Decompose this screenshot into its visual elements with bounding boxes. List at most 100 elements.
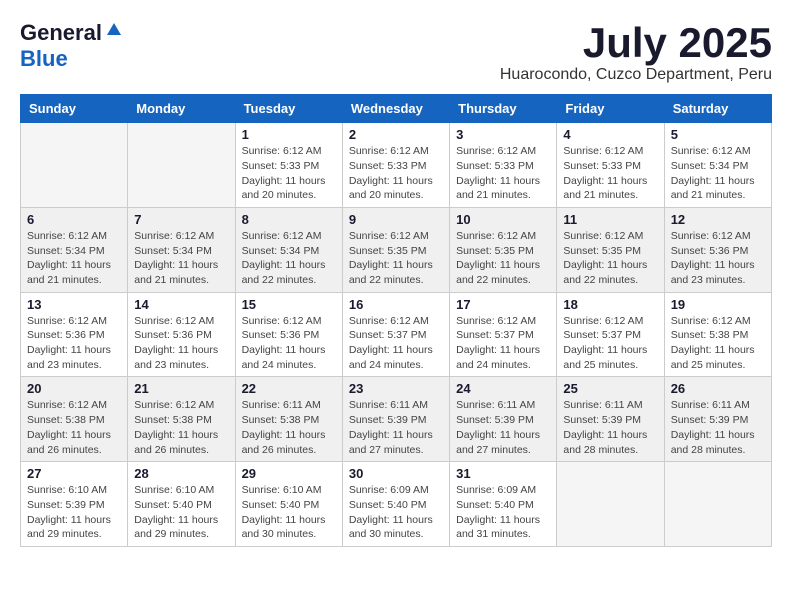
day-info: Sunrise: 6:12 AM Sunset: 5:34 PM Dayligh… bbox=[242, 229, 336, 288]
calendar-header-row: SundayMondayTuesdayWednesdayThursdayFrid… bbox=[21, 95, 772, 123]
day-info: Sunrise: 6:11 AM Sunset: 5:39 PM Dayligh… bbox=[563, 398, 657, 457]
day-info: Sunrise: 6:12 AM Sunset: 5:34 PM Dayligh… bbox=[27, 229, 121, 288]
day-number: 19 bbox=[671, 297, 765, 312]
day-of-week-header: Friday bbox=[557, 95, 664, 123]
day-number: 14 bbox=[134, 297, 228, 312]
day-number: 2 bbox=[349, 127, 443, 142]
day-info: Sunrise: 6:12 AM Sunset: 5:33 PM Dayligh… bbox=[242, 144, 336, 203]
calendar-day-cell bbox=[557, 462, 664, 547]
day-number: 9 bbox=[349, 212, 443, 227]
day-info: Sunrise: 6:12 AM Sunset: 5:38 PM Dayligh… bbox=[134, 398, 228, 457]
day-number: 23 bbox=[349, 381, 443, 396]
calendar-day-cell: 2 Sunrise: 6:12 AM Sunset: 5:33 PM Daylig… bbox=[342, 123, 449, 208]
day-of-week-header: Wednesday bbox=[342, 95, 449, 123]
page-header: General Blue July 2025 Huarocondo, Cuzco… bbox=[20, 20, 772, 84]
calendar-day-cell: 14 Sunrise: 6:12 AM Sunset: 5:36 PM Dayli… bbox=[128, 292, 235, 377]
calendar-day-cell: 5 Sunrise: 6:12 AM Sunset: 5:34 PM Daylig… bbox=[664, 123, 771, 208]
day-number: 12 bbox=[671, 212, 765, 227]
calendar-day-cell: 12 Sunrise: 6:12 AM Sunset: 5:36 PM Dayli… bbox=[664, 207, 771, 292]
location-text: Huarocondo, Cuzco Department, Peru bbox=[500, 66, 772, 84]
day-number: 5 bbox=[671, 127, 765, 142]
day-number: 26 bbox=[671, 381, 765, 396]
day-info: Sunrise: 6:12 AM Sunset: 5:37 PM Dayligh… bbox=[563, 314, 657, 373]
calendar-day-cell: 23Sunrise: 6:11 AM Sunset: 5:39 PM Dayli… bbox=[342, 377, 449, 462]
day-number: 10 bbox=[456, 212, 550, 227]
day-info: Sunrise: 6:10 AM Sunset: 5:40 PM Dayligh… bbox=[242, 483, 336, 542]
day-info: Sunrise: 6:12 AM Sunset: 5:37 PM Dayligh… bbox=[456, 314, 550, 373]
day-info: Sunrise: 6:10 AM Sunset: 5:40 PM Dayligh… bbox=[134, 483, 228, 542]
calendar-day-cell: 11Sunrise: 6:12 AM Sunset: 5:35 PM Dayli… bbox=[557, 207, 664, 292]
day-number: 13 bbox=[27, 297, 121, 312]
day-number: 18 bbox=[563, 297, 657, 312]
day-info: Sunrise: 6:12 AM Sunset: 5:33 PM Dayligh… bbox=[349, 144, 443, 203]
day-number: 31 bbox=[456, 466, 550, 481]
calendar-day-cell: 7Sunrise: 6:12 AM Sunset: 5:34 PM Daylig… bbox=[128, 207, 235, 292]
calendar-day-cell: 4 Sunrise: 6:12 AM Sunset: 5:33 PM Daylig… bbox=[557, 123, 664, 208]
calendar-week-row: 6 Sunrise: 6:12 AM Sunset: 5:34 PM Daylig… bbox=[21, 207, 772, 292]
day-number: 25 bbox=[563, 381, 657, 396]
calendar-day-cell: 10Sunrise: 6:12 AM Sunset: 5:35 PM Dayli… bbox=[450, 207, 557, 292]
day-info: Sunrise: 6:11 AM Sunset: 5:39 PM Dayligh… bbox=[671, 398, 765, 457]
calendar-day-cell: 9 Sunrise: 6:12 AM Sunset: 5:35 PM Daylig… bbox=[342, 207, 449, 292]
calendar-week-row: 20 Sunrise: 6:12 AM Sunset: 5:38 PM Dayli… bbox=[21, 377, 772, 462]
logo-arrow-icon bbox=[105, 21, 123, 44]
calendar-day-cell: 8 Sunrise: 6:12 AM Sunset: 5:34 PM Daylig… bbox=[235, 207, 342, 292]
day-of-week-header: Monday bbox=[128, 95, 235, 123]
calendar-day-cell bbox=[664, 462, 771, 547]
title-block: July 2025 Huarocondo, Cuzco Department, … bbox=[500, 20, 772, 84]
calendar-day-cell: 19Sunrise: 6:12 AM Sunset: 5:38 PM Dayli… bbox=[664, 292, 771, 377]
calendar-day-cell: 30 Sunrise: 6:09 AM Sunset: 5:40 PM Dayli… bbox=[342, 462, 449, 547]
day-info: Sunrise: 6:12 AM Sunset: 5:36 PM Dayligh… bbox=[27, 314, 121, 373]
day-number: 22 bbox=[242, 381, 336, 396]
calendar-week-row: 27 Sunrise: 6:10 AM Sunset: 5:39 PM Dayli… bbox=[21, 462, 772, 547]
day-number: 16 bbox=[349, 297, 443, 312]
calendar-week-row: 1 Sunrise: 6:12 AM Sunset: 5:33 PM Daylig… bbox=[21, 123, 772, 208]
day-number: 30 bbox=[349, 466, 443, 481]
day-info: Sunrise: 6:12 AM Sunset: 5:33 PM Dayligh… bbox=[563, 144, 657, 203]
day-info: Sunrise: 6:12 AM Sunset: 5:34 PM Dayligh… bbox=[671, 144, 765, 203]
day-info: Sunrise: 6:09 AM Sunset: 5:40 PM Dayligh… bbox=[349, 483, 443, 542]
day-number: 29 bbox=[242, 466, 336, 481]
day-number: 3 bbox=[456, 127, 550, 142]
day-number: 1 bbox=[242, 127, 336, 142]
calendar-day-cell: 15 Sunrise: 6:12 AM Sunset: 5:36 PM Dayli… bbox=[235, 292, 342, 377]
logo-general-text: General bbox=[20, 20, 102, 46]
day-number: 28 bbox=[134, 466, 228, 481]
day-number: 15 bbox=[242, 297, 336, 312]
day-number: 24 bbox=[456, 381, 550, 396]
day-info: Sunrise: 6:09 AM Sunset: 5:40 PM Dayligh… bbox=[456, 483, 550, 542]
day-number: 21 bbox=[134, 381, 228, 396]
calendar-day-cell: 24Sunrise: 6:11 AM Sunset: 5:39 PM Dayli… bbox=[450, 377, 557, 462]
calendar-day-cell: 28 Sunrise: 6:10 AM Sunset: 5:40 PM Dayli… bbox=[128, 462, 235, 547]
day-number: 6 bbox=[27, 212, 121, 227]
day-info: Sunrise: 6:12 AM Sunset: 5:38 PM Dayligh… bbox=[27, 398, 121, 457]
calendar-day-cell: 17 Sunrise: 6:12 AM Sunset: 5:37 PM Dayli… bbox=[450, 292, 557, 377]
calendar-day-cell bbox=[21, 123, 128, 208]
day-number: 17 bbox=[456, 297, 550, 312]
calendar-day-cell: 6 Sunrise: 6:12 AM Sunset: 5:34 PM Daylig… bbox=[21, 207, 128, 292]
day-info: Sunrise: 6:12 AM Sunset: 5:36 PM Dayligh… bbox=[671, 229, 765, 288]
logo-blue-text: Blue bbox=[20, 46, 68, 71]
calendar-day-cell: 20 Sunrise: 6:12 AM Sunset: 5:38 PM Dayli… bbox=[21, 377, 128, 462]
day-info: Sunrise: 6:12 AM Sunset: 5:35 PM Dayligh… bbox=[349, 229, 443, 288]
day-of-week-header: Tuesday bbox=[235, 95, 342, 123]
day-number: 7 bbox=[134, 212, 228, 227]
logo: General Blue bbox=[20, 20, 123, 72]
calendar-day-cell: 29 Sunrise: 6:10 AM Sunset: 5:40 PM Dayli… bbox=[235, 462, 342, 547]
day-number: 11 bbox=[563, 212, 657, 227]
day-number: 20 bbox=[27, 381, 121, 396]
day-number: 27 bbox=[27, 466, 121, 481]
calendar-day-cell: 16Sunrise: 6:12 AM Sunset: 5:37 PM Dayli… bbox=[342, 292, 449, 377]
calendar-day-cell: 22Sunrise: 6:11 AM Sunset: 5:38 PM Dayli… bbox=[235, 377, 342, 462]
day-info: Sunrise: 6:12 AM Sunset: 5:36 PM Dayligh… bbox=[242, 314, 336, 373]
calendar-day-cell: 26 Sunrise: 6:11 AM Sunset: 5:39 PM Dayli… bbox=[664, 377, 771, 462]
day-info: Sunrise: 6:10 AM Sunset: 5:39 PM Dayligh… bbox=[27, 483, 121, 542]
calendar-day-cell: 13 Sunrise: 6:12 AM Sunset: 5:36 PM Dayli… bbox=[21, 292, 128, 377]
calendar-day-cell: 25 Sunrise: 6:11 AM Sunset: 5:39 PM Dayli… bbox=[557, 377, 664, 462]
day-of-week-header: Saturday bbox=[664, 95, 771, 123]
calendar-day-cell: 1 Sunrise: 6:12 AM Sunset: 5:33 PM Daylig… bbox=[235, 123, 342, 208]
day-info: Sunrise: 6:12 AM Sunset: 5:36 PM Dayligh… bbox=[134, 314, 228, 373]
calendar-day-cell: 21 Sunrise: 6:12 AM Sunset: 5:38 PM Dayli… bbox=[128, 377, 235, 462]
day-number: 4 bbox=[563, 127, 657, 142]
day-number: 8 bbox=[242, 212, 336, 227]
